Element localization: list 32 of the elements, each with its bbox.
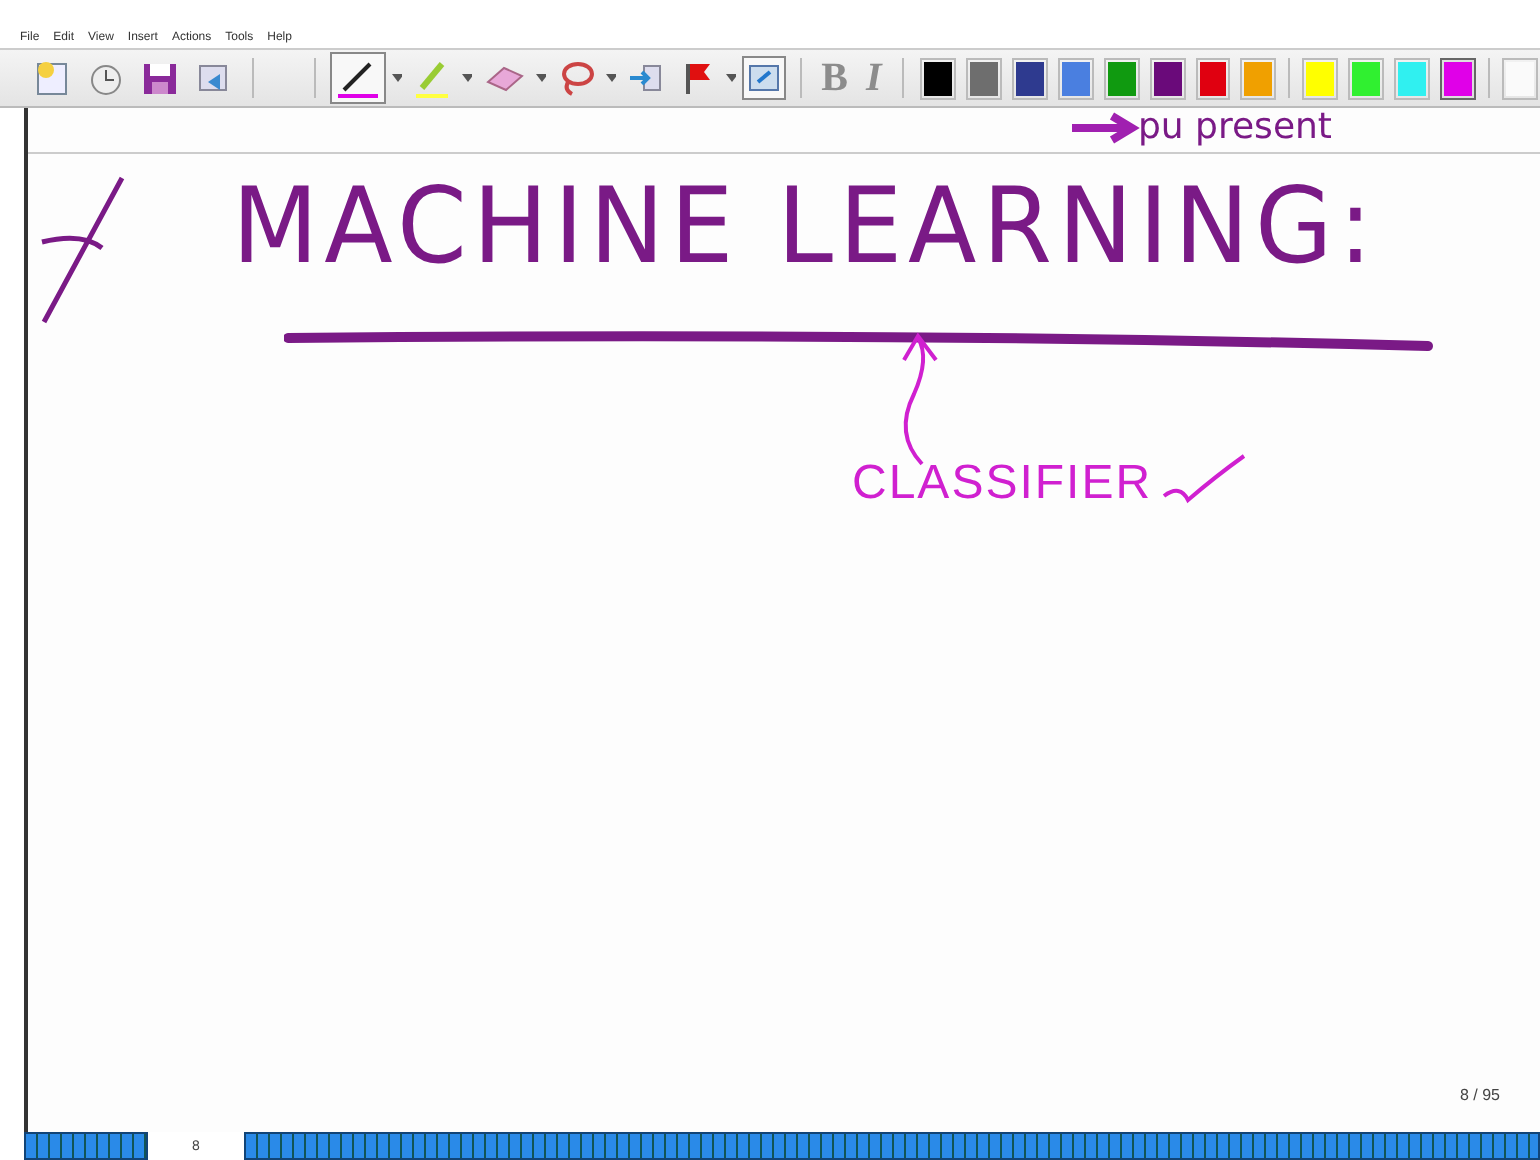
dropdown-icon[interactable] xyxy=(605,72,616,84)
color-swatch[interactable] xyxy=(965,57,1002,99)
view-tool[interactable] xyxy=(741,56,786,100)
color-swatch[interactable] xyxy=(1394,57,1431,99)
pen-tool[interactable] xyxy=(330,52,387,104)
save-icon xyxy=(140,58,180,98)
dropdown-icon[interactable] xyxy=(535,72,546,84)
view-icon xyxy=(745,60,782,96)
arrow-drawing xyxy=(1068,112,1140,144)
page-indicator: 8 / 95 xyxy=(1459,1086,1500,1104)
highlighter-icon xyxy=(412,56,453,100)
dropdown-icon[interactable] xyxy=(462,72,472,84)
color-swatch[interactable] xyxy=(1195,57,1231,99)
tick-mark xyxy=(1160,452,1248,504)
handwritten-note: pu present xyxy=(1138,108,1332,148)
new-page-icon xyxy=(32,58,72,98)
handwritten-title: MACHINE LEARNING: xyxy=(232,165,1379,287)
color-swatch[interactable] xyxy=(1440,57,1477,99)
dropdown-icon[interactable] xyxy=(392,72,403,84)
page-thumbnails[interactable] xyxy=(244,1132,1540,1160)
page-thumbnails[interactable] xyxy=(24,1132,148,1160)
handwritten-label: CLASSIFIER xyxy=(852,456,1153,512)
color-swatch[interactable] xyxy=(1240,57,1277,99)
color-swatch[interactable] xyxy=(1302,57,1339,99)
dropdown-icon[interactable] xyxy=(725,72,736,84)
color-swatch[interactable] xyxy=(1103,57,1140,99)
color-swatch[interactable] xyxy=(919,57,956,99)
color-swatch[interactable] xyxy=(1348,57,1385,99)
color-swatch[interactable] xyxy=(1011,57,1048,99)
color-swatch[interactable] xyxy=(1149,57,1185,99)
custom-color-swatch[interactable] xyxy=(1502,57,1539,99)
color-swatch[interactable] xyxy=(1057,57,1094,99)
